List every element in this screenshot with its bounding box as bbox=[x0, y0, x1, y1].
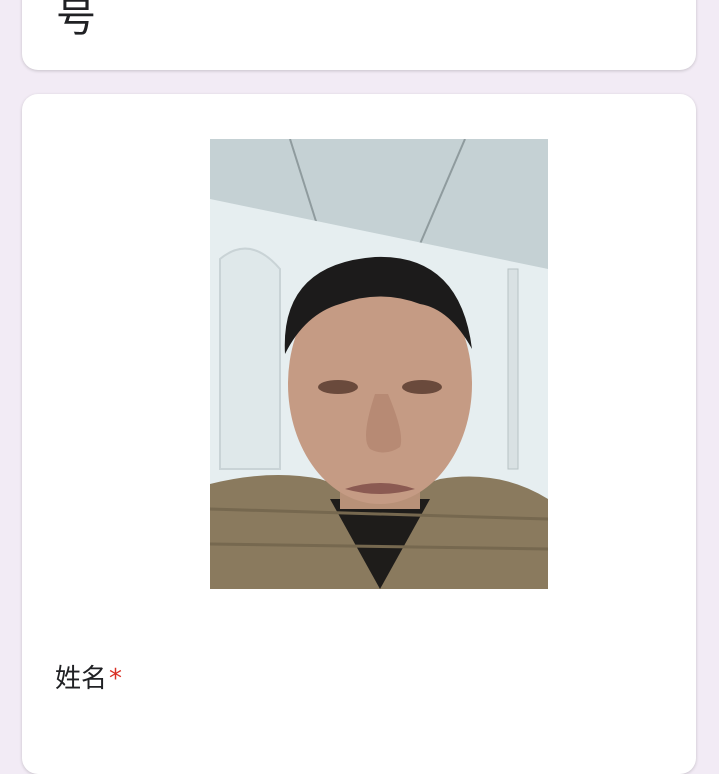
name-question-label: 姓名* bbox=[55, 661, 122, 697]
header-card: 号 bbox=[22, 0, 696, 70]
question-photo bbox=[210, 139, 548, 589]
portrait-illustration bbox=[210, 139, 548, 589]
required-asterisk: * bbox=[109, 664, 123, 694]
form-title: 号 bbox=[56, 0, 96, 41]
name-label-text: 姓名 bbox=[55, 664, 108, 694]
question-card: 姓名* bbox=[22, 94, 696, 774]
